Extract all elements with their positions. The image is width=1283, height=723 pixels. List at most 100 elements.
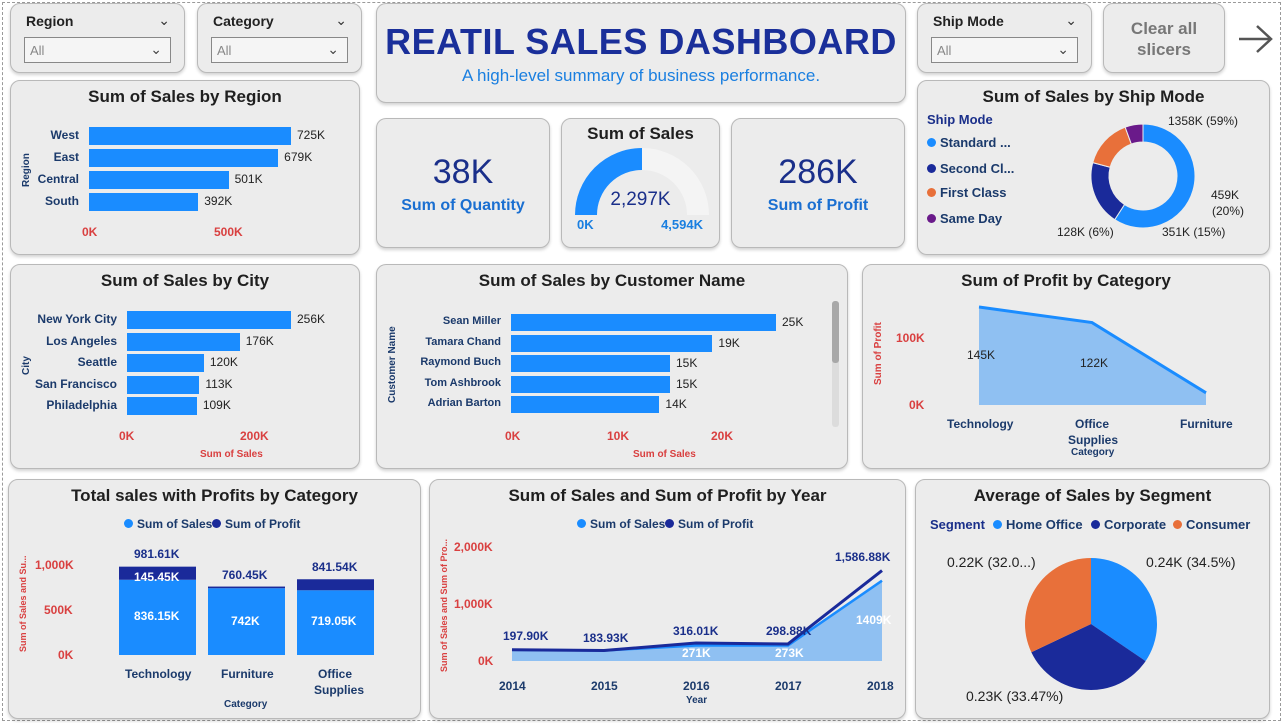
ship-mode-slicer-label: Ship Mode — [933, 13, 1004, 29]
total-label: 981.61K — [134, 547, 180, 561]
data-label: 273K — [775, 646, 804, 660]
bar-value-label: 501K — [234, 172, 263, 186]
bar[interactable] — [127, 354, 204, 372]
x-tick: Supplies — [314, 683, 365, 697]
slice-label: 351K (15%) — [1162, 225, 1226, 239]
bar[interactable] — [511, 355, 670, 372]
sales-by-region-card[interactable]: Sum of Sales by Region Region West 725K Ea… — [10, 80, 360, 255]
chevron-down-icon[interactable]: ⌄ — [1065, 12, 1077, 29]
chevron-down-icon: ⌄ — [327, 41, 339, 57]
profit-label: 145.45K — [134, 570, 180, 584]
gauge-max: 4,594K — [661, 217, 703, 232]
ship-mode-dropdown[interactable]: All ⌄ — [931, 37, 1078, 63]
bar-value-label: 176K — [245, 333, 274, 348]
slice-label: 0.24K (34.5%) — [1146, 554, 1236, 570]
clear-slicers-label-1: Clear all — [1130, 19, 1198, 38]
scrollbar[interactable] — [832, 301, 839, 427]
scrollbar-thumb[interactable] — [832, 301, 839, 363]
category-dropdown[interactable]: All ⌄ — [211, 37, 348, 63]
x-axis-title: Sum of Sales — [200, 449, 263, 460]
quantity-label: Sum of Quantity — [401, 197, 525, 214]
slice-label: 128K (6%) — [1057, 225, 1114, 239]
x-tick: 500K — [214, 225, 243, 239]
total-label: 760.45K — [222, 568, 268, 582]
region-dropdown[interactable]: All ⌄ — [24, 37, 171, 63]
quantity-kpi-card[interactable]: 38K Sum of Quantity — [376, 118, 550, 248]
region-slicer-label: Region — [26, 13, 74, 29]
data-label: 183.93K — [583, 631, 629, 645]
x-axis-title: Sum of Sales — [633, 449, 696, 460]
sales-by-segment-card[interactable]: Average of Sales by Segment Segment Home… — [915, 479, 1270, 719]
region-slicer[interactable]: Region ⌄ All ⌄ — [10, 3, 185, 73]
bar-value-label: 725K — [297, 128, 326, 142]
data-label: 1409K — [856, 613, 892, 627]
category-label: Sean Miller — [442, 315, 501, 327]
bar[interactable] — [127, 311, 291, 329]
bar[interactable] — [89, 171, 229, 189]
arrow-right-icon[interactable] — [1237, 24, 1275, 54]
bar-value-label: 120K — [209, 355, 238, 369]
category-label: West — [50, 128, 79, 142]
category-slicer[interactable]: Category ⌄ All ⌄ — [197, 3, 362, 73]
x-tick: 0K — [82, 225, 98, 239]
chevron-down-icon: ⌄ — [150, 41, 162, 57]
bar[interactable] — [511, 334, 713, 352]
x-tick: 2014 — [499, 679, 526, 693]
bar[interactable] — [127, 375, 200, 394]
category-slicer-label: Category — [213, 13, 274, 29]
page-subtitle: A high-level summary of business perform… — [461, 66, 821, 85]
y-axis-title: Customer Name — [387, 326, 398, 403]
profit-by-category-card[interactable]: Sum of Profit by Category Sum of Profit … — [862, 264, 1270, 469]
slice-label: 0.22K (32.0...) — [947, 554, 1036, 570]
x-tick: Office — [318, 667, 353, 681]
profit-area-chart — [978, 305, 1207, 405]
sales-by-city-card[interactable]: Sum of Sales by City City New York City 2… — [10, 264, 360, 469]
chevron-down-icon[interactable]: ⌄ — [335, 12, 347, 29]
region-dropdown-value: All — [30, 43, 45, 58]
sales-label: 719.05K — [311, 614, 357, 628]
category-label: Raymond Buch — [420, 356, 501, 368]
x-tick: 2016 — [683, 679, 710, 693]
slice-label: (20%) — [1212, 204, 1245, 218]
x-axis-title: Category — [1071, 447, 1115, 458]
bar-value-label: 679K — [284, 150, 313, 164]
bar[interactable] — [127, 332, 240, 351]
data-label: 316.01K — [673, 624, 719, 638]
sales-label: 742K — [231, 614, 260, 628]
bar[interactable] — [511, 375, 670, 393]
sales-gauge-card[interactable]: Sum of Sales 2,297K 0K 4,594K — [561, 118, 720, 248]
bar[interactable] — [89, 149, 279, 167]
profit-kpi-card[interactable]: 286K Sum of Profit — [731, 118, 905, 248]
page-title: REATIL SALES DASHBOARD — [385, 21, 897, 62]
ship-mode-slicer[interactable]: Ship Mode ⌄ All ⌄ — [917, 3, 1092, 73]
category-label: New York City — [37, 312, 117, 326]
category-label: Seattle — [77, 355, 117, 369]
bar[interactable] — [511, 314, 776, 331]
x-tick: 10K — [607, 429, 630, 443]
category-label: Adrian Barton — [427, 397, 501, 409]
bar[interactable] — [89, 193, 199, 211]
x-tick: Technology — [947, 417, 1014, 431]
category-label: Philadelphia — [46, 398, 117, 412]
bar[interactable] — [127, 397, 197, 415]
sales-profit-by-category-card[interactable]: Total sales with Profits by Category Sum… — [8, 479, 421, 719]
x-tick: 0K — [119, 429, 135, 443]
bar[interactable] — [89, 127, 291, 145]
chevron-down-icon[interactable]: ⌄ — [158, 12, 170, 29]
data-label: 197.90K — [503, 629, 549, 643]
clear-slicers-button[interactable]: Clear all slicers — [1103, 3, 1225, 73]
sales-label: 836.15K — [134, 609, 180, 623]
x-tick: 2018 — [867, 679, 894, 693]
x-tick: 0K — [505, 429, 521, 443]
sales-by-customer-card[interactable]: Sum of Sales by Customer Name Customer N… — [376, 264, 848, 469]
chevron-down-icon: ⌄ — [1057, 41, 1069, 57]
bar-value-label: 256K — [297, 312, 326, 326]
x-tick: Office — [1075, 417, 1110, 431]
bar[interactable] — [511, 396, 660, 413]
category-label: Tamara Chand — [425, 335, 501, 348]
x-tick: 200K — [240, 429, 269, 443]
sales-by-ship-mode-card[interactable]: Sum of Sales by Ship Mode Ship Mode Stan… — [917, 80, 1270, 255]
sales-profit-by-year-card[interactable]: Sum of Sales and Sum of Profit by Year S… — [429, 479, 906, 719]
donut-slice — [1090, 162, 1126, 221]
data-label: 145K — [967, 348, 996, 362]
